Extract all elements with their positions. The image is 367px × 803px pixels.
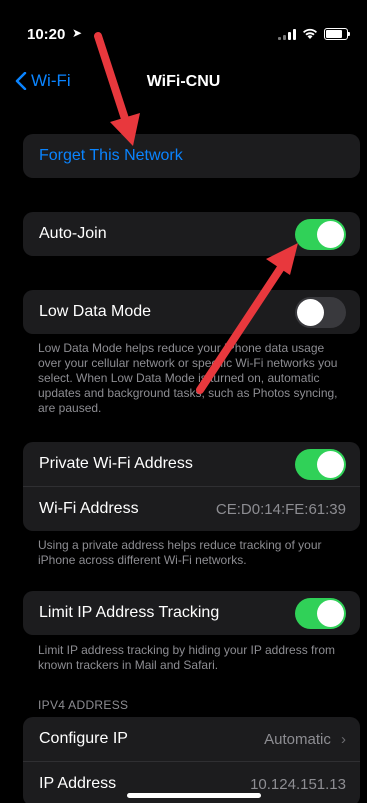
toggle-knob — [317, 599, 344, 627]
wifi-address-value: CE:D0:14:FE:61:39 — [215, 500, 346, 518]
ip-address-label: IP Address — [39, 775, 117, 792]
wifi-address-row: Wi-Fi Address CE:D0:14:FE:61:39 — [23, 486, 360, 531]
low-data-toggle[interactable] — [295, 296, 346, 328]
ip-address-value: 10.124.151.13 — [250, 775, 346, 793]
low-data-group: Low Data Mode — [23, 290, 360, 334]
configure-ip-label: Configure IP — [39, 730, 128, 747]
private-address-footnote: Using a private address helps reduce tra… — [38, 538, 322, 567]
private-address-row: Private Wi-Fi Address — [23, 442, 360, 486]
forget-network-label: Forget This Network — [39, 147, 183, 164]
configure-ip-value: Automatic — [264, 730, 331, 748]
ipv4-section-header: IPV4 ADDRESS — [38, 698, 129, 712]
wifi-address-label: Wi-Fi Address — [39, 500, 139, 517]
page-title: WiFi-CNU — [146, 73, 221, 90]
low-data-label: Low Data Mode — [39, 303, 152, 320]
limit-ip-footnote: Limit IP address tracking by hiding your… — [38, 643, 336, 672]
limit-ip-row: Limit IP Address Tracking — [23, 591, 360, 635]
chevron-right-icon: › — [341, 730, 346, 748]
configure-ip-value-wrap: Automatic › — [264, 731, 346, 748]
limit-ip-group: Limit IP Address Tracking — [23, 591, 360, 635]
home-indicator — [127, 793, 261, 798]
phone-screen: 10:20 ➤ Wi-Fi WiFi-CNU Forget This Netwo… — [5, 8, 362, 803]
toggle-knob — [297, 298, 324, 326]
limit-ip-toggle[interactable] — [295, 597, 346, 629]
toggle-knob — [317, 220, 344, 248]
limit-ip-label: Limit IP Address Tracking — [39, 604, 220, 621]
auto-join-label: Auto-Join — [39, 225, 107, 242]
configure-ip-row[interactable]: Configure IP Automatic › — [23, 717, 360, 761]
auto-join-group: Auto-Join — [23, 212, 360, 256]
status-time: 10:20 — [27, 26, 66, 43]
wifi-icon — [303, 28, 317, 39]
forget-network-button[interactable]: Forget This Network — [23, 134, 360, 178]
status-icons — [278, 28, 350, 40]
private-address-label: Private Wi-Fi Address — [39, 455, 193, 472]
navigation-bar: Wi-Fi WiFi-CNU — [5, 63, 362, 103]
battery-icon — [324, 28, 350, 40]
battery-level — [326, 30, 343, 38]
private-address-toggle[interactable] — [295, 448, 346, 480]
forget-group: Forget This Network — [23, 134, 360, 178]
auto-join-row: Auto-Join — [23, 212, 360, 256]
status-bar: 10:20 ➤ — [5, 8, 362, 56]
private-address-group: Private Wi-Fi Address Wi-Fi Address CE:D… — [23, 442, 360, 531]
toggle-knob — [317, 450, 344, 478]
ipv4-group: Configure IP Automatic › IP Address 10.1… — [23, 717, 360, 803]
auto-join-toggle[interactable] — [295, 218, 346, 250]
cellular-signal-icon — [278, 28, 296, 40]
location-arrow-icon: ➤ — [72, 26, 83, 40]
low-data-row: Low Data Mode — [23, 290, 360, 334]
low-data-footnote: Low Data Mode helps reduce your iPhone d… — [38, 341, 338, 415]
